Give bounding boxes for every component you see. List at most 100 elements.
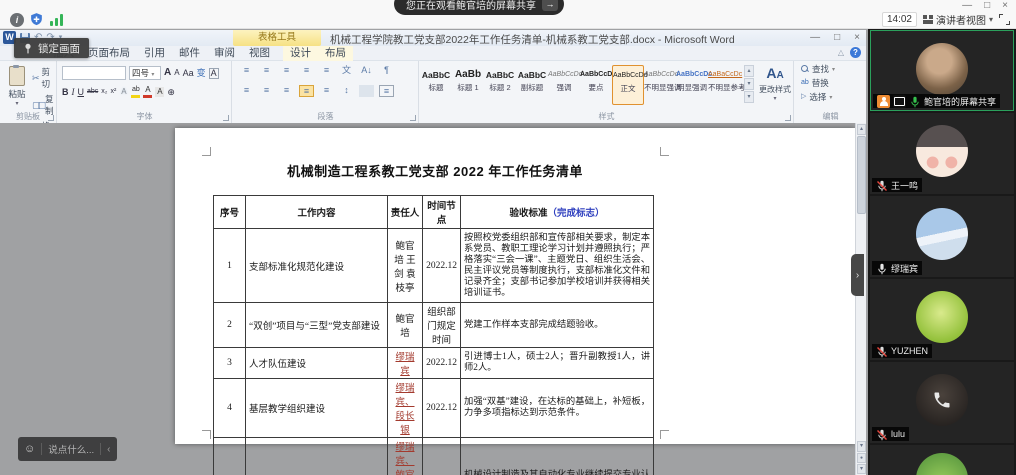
shading-icon[interactable] [359,85,374,97]
style-normal-selected[interactable]: AaBbCcDd正文 [612,65,644,105]
close-button[interactable]: × [1002,0,1008,12]
character-shading-icon[interactable]: A [155,87,164,97]
sort-icon[interactable]: A↓ [359,65,374,77]
chat-input-placeholder[interactable]: 说点什么... [48,442,94,456]
dialog-launcher-icon[interactable] [48,115,54,121]
scroll-up-button[interactable]: ▴ [857,124,866,135]
browse-object-button[interactable]: ● [857,453,866,463]
italic-button[interactable]: I [72,86,75,98]
line-spacing-icon[interactable]: ↕ [339,85,354,97]
participant-tile-partial[interactable] [870,445,1014,475]
fullscreen-icon[interactable] [999,14,1010,25]
borders-icon[interactable]: ≡ [379,85,394,97]
multilevel-list-icon[interactable]: ≡ [279,65,294,77]
numbering-icon[interactable]: ≡ [259,65,274,77]
help-icon[interactable]: ? [850,47,861,58]
avatar [916,453,968,475]
participant-tile-sharer[interactable]: 鲍官培的屏幕共享 [870,30,1014,111]
align-right-icon[interactable]: ≡ [279,85,294,97]
style-subtle-reference[interactable]: AaBaCcDc不明显参考 [708,65,740,105]
participant-tile[interactable]: YUZHEN [870,279,1014,360]
document-page[interactable]: 机械制造工程系教工党支部 2022 年工作任务清单 序号 工作内容 责任人 时间… [175,128,855,444]
replace-button[interactable]: ab替换 [801,77,866,89]
view-mode-selector[interactable]: 演讲者视图 ▾ [923,12,993,27]
minimize-button[interactable]: — [962,0,972,12]
character-border-icon[interactable]: A [209,68,219,79]
shrink-font-icon[interactable]: A [174,67,179,79]
security-shield-icon[interactable] [29,12,44,27]
style-intense-emphasis[interactable]: AaBbCcDc明显强调 [676,65,708,105]
change-case-icon[interactable]: Aa [183,67,194,79]
mic-muted-icon [876,179,888,191]
style-emphasis[interactable]: AaBbCcDd强调 [548,65,580,105]
distribute-icon[interactable]: ≡ [319,85,334,97]
select-button[interactable]: ▷选择▾ [801,91,866,103]
minimize-ribbon-icon[interactable]: △ [838,48,844,57]
panel-collapse-handle[interactable]: › [851,254,864,296]
word-minimize-button[interactable]: — [810,32,820,43]
increase-indent-icon[interactable]: ≡ [319,65,334,77]
cut-button[interactable]: ✂剪切 [32,66,56,90]
highlight-color-icon[interactable]: ab [131,85,140,98]
phonetic-guide-icon[interactable]: 变 [197,67,206,79]
style-subtle-emphasis[interactable]: AaBbCcDd不明显强调 [644,65,676,105]
style-title[interactable]: AaBbC标题 [420,65,452,105]
tab-table-design[interactable]: 设计 [283,46,318,61]
banner-arrow-icon[interactable]: → [542,0,558,11]
paste-dropdown-icon[interactable]: ▾ [4,100,30,107]
paste-button[interactable]: 粘贴 ▾ [4,65,30,109]
decrease-indent-icon[interactable]: ≡ [299,65,314,77]
styles-scroll-down-button[interactable]: ▾ [744,78,754,90]
bullets-icon[interactable]: ≡ [239,65,254,77]
text-effects-icon[interactable]: A [119,87,128,97]
justify-icon[interactable]: ≡ [299,85,314,97]
font-color-icon[interactable]: A [143,85,152,98]
tab-view[interactable]: 视图 [242,46,277,61]
asian-layout-icon[interactable]: 文 [339,65,354,77]
next-page-button[interactable]: ▾ [857,464,866,474]
subscript-button[interactable]: x₂ [101,86,107,98]
bold-button[interactable]: B [62,86,69,98]
font-name-input[interactable] [62,66,126,80]
word-close-button[interactable]: × [854,32,860,43]
tab-mailings[interactable]: 邮件 [172,46,207,61]
dialog-launcher-icon[interactable] [410,115,416,121]
participant-tile[interactable]: 缪瑞宾 [870,196,1014,277]
style-heading2[interactable]: AaBbC标题 2 [484,65,516,105]
superscript-button[interactable]: x² [111,86,117,98]
collapse-chat-icon[interactable]: ‹ [107,444,110,455]
font-size-input[interactable]: 四号 ▾ [129,66,161,80]
dialog-launcher-icon[interactable] [785,115,791,121]
meeting-info-icon[interactable]: i [10,13,24,27]
network-signal-icon[interactable] [50,14,66,26]
change-styles-button[interactable]: AA 更改样式 ▾ [757,65,793,102]
divider [100,443,101,455]
participant-tile[interactable]: 王一鸣 [870,113,1014,194]
word-maximize-button[interactable]: □ [834,32,840,43]
scroll-thumb[interactable] [857,136,866,214]
align-center-icon[interactable]: ≡ [259,85,274,97]
strikethrough-button[interactable]: abc [87,86,98,98]
scroll-down-button[interactable]: ▾ [857,441,866,452]
tab-table-layout[interactable]: 布局 [318,46,353,61]
dialog-launcher-icon[interactable] [223,115,229,121]
style-strong[interactable]: AaBbCcDc要点 [580,65,612,105]
style-subtitle[interactable]: AaBbC副标题 [516,65,548,105]
styles-scroll-up-button[interactable]: ▴ [744,65,754,77]
tab-references[interactable]: 引用 [137,46,172,61]
align-left-icon[interactable]: ≡ [239,85,254,97]
chat-input-pill[interactable]: ☺ 说点什么... ‹ [18,437,117,461]
tab-review[interactable]: 审阅 [207,46,242,61]
enclose-characters-icon[interactable]: ⊕ [167,86,175,98]
tab-page-layout[interactable]: 页面布局 [81,46,137,61]
find-button[interactable]: 查找▾ [801,63,866,75]
styles-expand-button[interactable]: ▾ [744,91,754,103]
grow-font-icon[interactable]: A [164,67,171,79]
show-marks-icon[interactable]: ¶ [379,65,394,77]
style-heading1[interactable]: AaBb标题 1 [452,65,484,105]
emoji-icon[interactable]: ☺ [24,443,35,455]
participant-tile[interactable]: lulu [870,362,1014,443]
word-vertical-scrollbar[interactable]: ▴ ▾ ● ▾ [855,123,866,475]
maximize-button[interactable]: □ [984,0,990,12]
underline-button[interactable]: U [78,86,85,98]
